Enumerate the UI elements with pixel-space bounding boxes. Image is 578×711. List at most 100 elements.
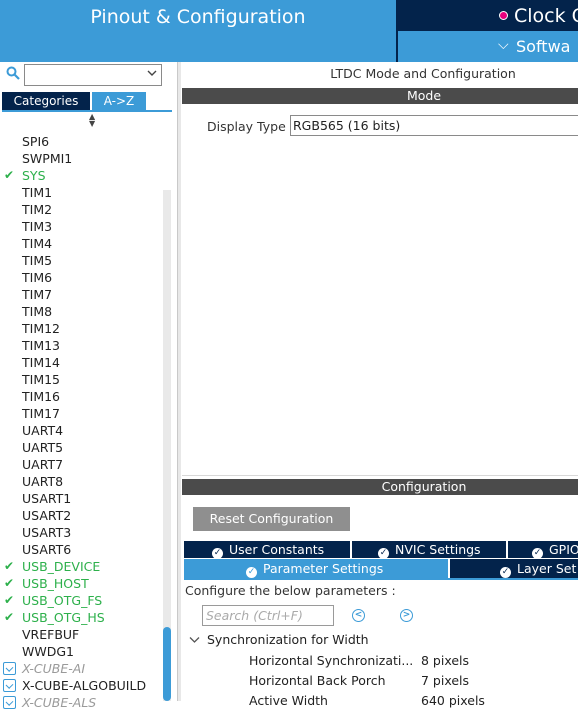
list-item[interactable]: TIM13 [0,337,163,354]
search-input[interactable] [24,64,162,86]
list-item[interactable]: TIM14 [0,354,163,371]
tab-nvic-settings[interactable]: ✓ NVIC Settings [352,541,506,558]
list-item[interactable]: TIM1 [0,184,163,201]
tab-pinout-configuration-label: Pinout & Configuration [90,6,306,28]
list-item[interactable]: WWDG1 [0,643,163,660]
group-synchronization-width[interactable]: Synchronization for Width [189,632,369,647]
software-packs-label: Softwa [516,37,571,56]
parameter-value: 8 pixels [421,653,470,668]
tab-parameter-settings[interactable]: ✓ Parameter Settings [184,559,448,578]
tab-underline [184,578,578,580]
checkmark-icon: ✔ [4,168,15,182]
list-item[interactable]: TIM7 [0,286,163,303]
list-item[interactable]: USART1 [0,490,163,507]
list-item-label: TIM15 [22,372,61,387]
peripheral-list: SPI6 SWPMI1 ✔ SYS TIM1 TIM2 TIM3 TIM4 TIM5 TIM6 TI… [0,133,163,711]
list-item[interactable]: ✔ USB_OTG_FS [0,592,163,609]
list-item[interactable]: TIM4 [0,235,163,252]
checkmark-icon: ✔ [4,593,15,607]
list-item[interactable]: UART8 [0,473,163,490]
list-item-label: SWPMI1 [22,151,73,166]
configuration-header: Configuration [182,479,578,495]
list-item[interactable]: SPI6 [0,133,163,150]
package-icon [3,662,16,675]
list-item[interactable]: SWPMI1 [0,150,163,167]
chevron-down-icon[interactable] [147,67,157,80]
list-item-label: USB_DEVICE [22,559,101,574]
package-icon [3,696,16,709]
list-item-label: UART5 [22,440,64,455]
list-item[interactable]: USART6 [0,541,163,558]
parameter-row[interactable]: Horizontal Back Porch 7 pixels [249,673,469,688]
list-item[interactable]: TIM3 [0,218,163,235]
list-item-label: USB_OTG_HS [22,610,105,625]
tab-layer-settings[interactable]: ✓ Layer Set [450,559,578,578]
list-item[interactable]: X-CUBE-ALGOBUILD [0,677,163,694]
tab-user-constants-label: User Constants [229,542,325,557]
scrollbar-thumb[interactable] [163,627,171,701]
list-item[interactable]: ✔ USB_HOST [0,575,163,592]
parameter-name: Horizontal Back Porch [249,673,386,688]
list-item[interactable]: TIM6 [0,269,163,286]
tab-pinout-configuration[interactable]: Pinout & Configuration [0,0,396,62]
tab-gpio-settings[interactable]: ✓ GPIO [508,541,578,558]
list-item-label: USART2 [22,508,72,523]
list-item-label: TIM12 [22,321,61,336]
checkmark-icon: ✔ [4,559,15,573]
list-item-label: USART3 [22,525,72,540]
check-circle-icon: ✓ [378,548,389,558]
list-item[interactable]: UART4 [0,422,163,439]
list-item[interactable]: X-CUBE-ALS [0,694,163,711]
checkmark-icon: ✔ [4,610,15,624]
list-item[interactable]: USART3 [0,524,163,541]
display-type-select[interactable]: RGB565 (16 bits) [290,115,578,136]
list-item[interactable]: X-CUBE-AI [0,660,163,677]
ltdc-configuration-panel: LTDC Mode and Configuration Mode Display… [181,62,578,708]
parameter-search-input[interactable]: Search (Ctrl+F) [202,605,334,626]
status-dot-icon [499,11,508,20]
list-item[interactable]: TIM8 [0,303,163,320]
list-item-label: TIM7 [22,287,53,302]
list-item[interactable]: TIM17 [0,405,163,422]
mode-header-label: Mode [406,88,442,103]
display-type-label: Display Type [207,119,286,134]
list-item[interactable]: TIM2 [0,201,163,218]
list-item-label: TIM2 [22,202,53,217]
tab-user-constants[interactable]: ✓ User Constants [184,541,350,558]
tab-clock-configuration[interactable]: Clock C [398,0,578,31]
list-item-label: TIM17 [22,406,61,421]
sort-icon[interactable]: ▲ ▼ [89,113,95,128]
list-item-label: USART6 [22,542,72,557]
list-item-label: USART1 [22,491,72,506]
next-match-icon[interactable]: > [400,609,413,622]
tab-gpio-settings-label: GPIO [549,542,578,557]
list-item[interactable]: TIM15 [0,371,163,388]
group-label: Synchronization for Width [207,632,369,647]
list-item[interactable]: USART2 [0,507,163,524]
list-item[interactable]: ✔ SYS [0,167,163,184]
list-item[interactable]: TIM5 [0,252,163,269]
list-item[interactable]: ✔ USB_OTG_HS [0,609,163,626]
software-packs-menu[interactable]: ⌵ Softwa [398,31,578,62]
tab-a-to-z[interactable]: A->Z [92,92,146,110]
list-item-label: TIM4 [22,236,53,251]
check-circle-icon: ✓ [532,548,543,558]
list-item[interactable]: UART5 [0,439,163,456]
peripherals-panel: Categories A->Z ▲ ▼ SPI6 SWPMI1 ✔ SYS TIM1 TIM… [0,62,177,710]
scrollbar-track[interactable] [163,190,171,701]
reset-configuration-button[interactable]: Reset Configuration [193,507,350,531]
list-item[interactable]: TIM12 [0,320,163,337]
list-item-label: UART8 [22,474,64,489]
divider [182,475,578,476]
parameter-row[interactable]: Horizontal Synchronizati... 8 pixels [249,653,469,668]
list-item[interactable]: TIM16 [0,388,163,405]
list-item-label: TIM13 [22,338,61,353]
list-item-label: SPI6 [22,134,50,149]
tab-categories[interactable]: Categories [2,92,90,110]
parameter-name: Horizontal Synchronizati... [249,653,414,668]
search-icon[interactable] [6,66,20,80]
previous-match-icon[interactable]: < [352,609,365,622]
list-item[interactable]: VREFBUF [0,626,163,643]
list-item[interactable]: UART7 [0,456,163,473]
list-item[interactable]: ✔ USB_DEVICE [0,558,163,575]
